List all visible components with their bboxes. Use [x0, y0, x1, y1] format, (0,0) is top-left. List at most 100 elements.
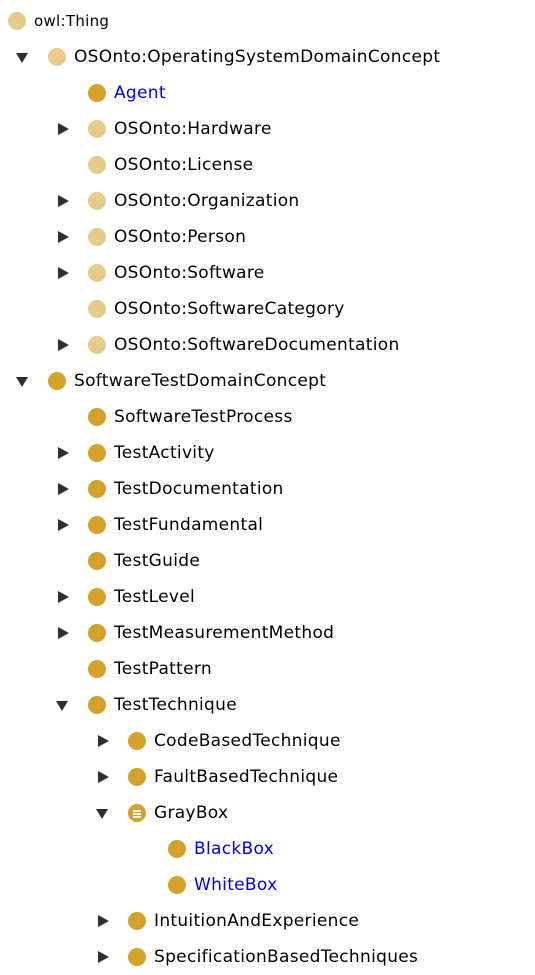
triangle-right-icon[interactable]	[96, 759, 110, 795]
tree-node-label: SoftwareTestProcess	[114, 407, 293, 427]
class-dark-icon	[168, 840, 186, 858]
class-dark-icon	[88, 624, 106, 642]
tree-node[interactable]: OSOnto:License	[0, 147, 535, 183]
tree-node[interactable]: GrayBox	[0, 795, 535, 831]
class-dark-icon	[128, 948, 146, 966]
triangle-right-icon[interactable]	[96, 723, 110, 759]
tree-node-label: FaultBasedTechnique	[154, 767, 339, 787]
class-dark-icon	[88, 552, 106, 570]
tree-node-label: OSOnto:OperatingSystemDomainConcept	[74, 47, 441, 67]
tree-node[interactable]: TestLevel	[0, 579, 535, 615]
tree-node-label: OSOnto:Software	[114, 263, 265, 283]
tree-node[interactable]: owl:Thing	[0, 3, 535, 39]
tree-node-label: OSOnto:Person	[114, 227, 247, 247]
triangle-right-icon[interactable]	[56, 183, 70, 219]
tree-node-label: owl:Thing	[34, 12, 110, 30]
triangle-right-icon[interactable]	[56, 219, 70, 255]
tree-node[interactable]: OSOnto:SoftwareDocumentation	[0, 327, 535, 363]
tree-node[interactable]: TestMeasurementMethod	[0, 615, 535, 651]
triangle-right-icon[interactable]	[56, 579, 70, 615]
class-light-icon	[48, 48, 66, 66]
tree-node[interactable]: TestDocumentation	[0, 471, 535, 507]
tree-node[interactable]: OSOnto:Person	[0, 219, 535, 255]
tree-node-label: Agent	[114, 83, 166, 103]
triangle-right-icon[interactable]	[56, 111, 70, 147]
tree-node[interactable]: IntuitionAndExperience	[0, 903, 535, 939]
tree-node-label: OSOnto:SoftwareCategory	[114, 299, 345, 319]
class-hierarchy-tree: owl:Thing OSOnto:OperatingSystemDomainCon…	[0, 3, 535, 975]
tree-node[interactable]: CodeBasedTechnique	[0, 723, 535, 759]
triangle-right-icon[interactable]	[56, 615, 70, 651]
tree-node-label: OSOnto:SoftwareDocumentation	[114, 335, 400, 355]
tree-node[interactable]: BlackBox	[0, 831, 535, 867]
class-dark-icon	[88, 444, 106, 462]
tree-node-label: IntuitionAndExperience	[154, 911, 360, 931]
defined-class-icon	[128, 804, 146, 822]
tree-node[interactable]: SoftwareTestProcess	[0, 399, 535, 435]
class-light-icon	[88, 336, 106, 354]
class-dark-icon	[88, 660, 106, 678]
class-dark-icon	[48, 372, 66, 390]
tree-node-label: BlackBox	[194, 839, 274, 859]
tree-node[interactable]: Agent	[0, 75, 535, 111]
triangle-right-icon[interactable]	[56, 507, 70, 543]
class-light-icon	[88, 156, 106, 174]
tree-node[interactable]: OSOnto:SoftwareCategory	[0, 291, 535, 327]
tree-node-label: OSOnto:Organization	[114, 191, 300, 211]
class-light-icon	[88, 228, 106, 246]
tree-node-label: SpecificationBasedTechniques	[154, 947, 419, 967]
class-dark-icon	[88, 408, 106, 426]
tree-node-label: CodeBasedTechnique	[154, 731, 341, 751]
tree-node[interactable]: TestTechnique	[0, 687, 535, 723]
tree-node[interactable]: WhiteBox	[0, 867, 535, 903]
class-light-icon	[88, 300, 106, 318]
class-light-icon	[88, 264, 106, 282]
tree-node-label: TestDocumentation	[114, 479, 284, 499]
class-dark-icon	[128, 912, 146, 930]
triangle-right-icon[interactable]	[56, 435, 70, 471]
tree-node-label: TestGuide	[114, 551, 201, 571]
triangle-down-icon[interactable]	[16, 363, 30, 399]
tree-node-label: SoftwareTestDomainConcept	[74, 371, 327, 391]
class-dark-icon	[88, 588, 106, 606]
class-dark-icon	[88, 516, 106, 534]
tree-node-label: TestActivity	[114, 443, 215, 463]
triangle-right-icon[interactable]	[96, 939, 110, 975]
triangle-down-icon[interactable]	[16, 39, 30, 75]
tree-node-label: OSOnto:Hardware	[114, 119, 272, 139]
tree-node[interactable]: TestActivity	[0, 435, 535, 471]
class-dark-icon	[88, 480, 106, 498]
class-dark-icon	[168, 876, 186, 894]
tree-node[interactable]: OSOnto:Hardware	[0, 111, 535, 147]
tree-node[interactable]: SoftwareTestDomainConcept	[0, 363, 535, 399]
tree-node[interactable]: TestGuide	[0, 543, 535, 579]
tree-node-label: OSOnto:License	[114, 155, 254, 175]
tree-node[interactable]: OSOnto:Software	[0, 255, 535, 291]
tree-node[interactable]: FaultBasedTechnique	[0, 759, 535, 795]
triangle-down-icon[interactable]	[96, 795, 110, 831]
tree-node[interactable]: SpecificationBasedTechniques	[0, 939, 535, 975]
class-dark-icon	[88, 84, 106, 102]
class-light-icon	[8, 12, 26, 30]
triangle-right-icon[interactable]	[56, 471, 70, 507]
triangle-right-icon[interactable]	[96, 903, 110, 939]
class-light-icon	[88, 120, 106, 138]
triangle-right-icon[interactable]	[56, 255, 70, 291]
class-dark-icon	[88, 696, 106, 714]
tree-node[interactable]: TestFundamental	[0, 507, 535, 543]
tree-node[interactable]: OSOnto:OperatingSystemDomainConcept	[0, 39, 535, 75]
tree-node-label: TestPattern	[114, 659, 212, 679]
tree-node-label: GrayBox	[154, 803, 229, 823]
tree-node-label: TestMeasurementMethod	[114, 623, 335, 643]
triangle-right-icon[interactable]	[56, 327, 70, 363]
triangle-down-icon[interactable]	[56, 687, 70, 723]
tree-node[interactable]: OSOnto:Organization	[0, 183, 535, 219]
class-dark-icon	[128, 768, 146, 786]
tree-node-label: TestLevel	[114, 587, 196, 607]
class-dark-icon	[128, 732, 146, 750]
class-light-icon	[88, 192, 106, 210]
tree-node-label: TestTechnique	[114, 695, 237, 715]
tree-node-label: TestFundamental	[114, 515, 264, 535]
tree-node[interactable]: TestPattern	[0, 651, 535, 687]
tree-node-label: WhiteBox	[194, 875, 278, 895]
